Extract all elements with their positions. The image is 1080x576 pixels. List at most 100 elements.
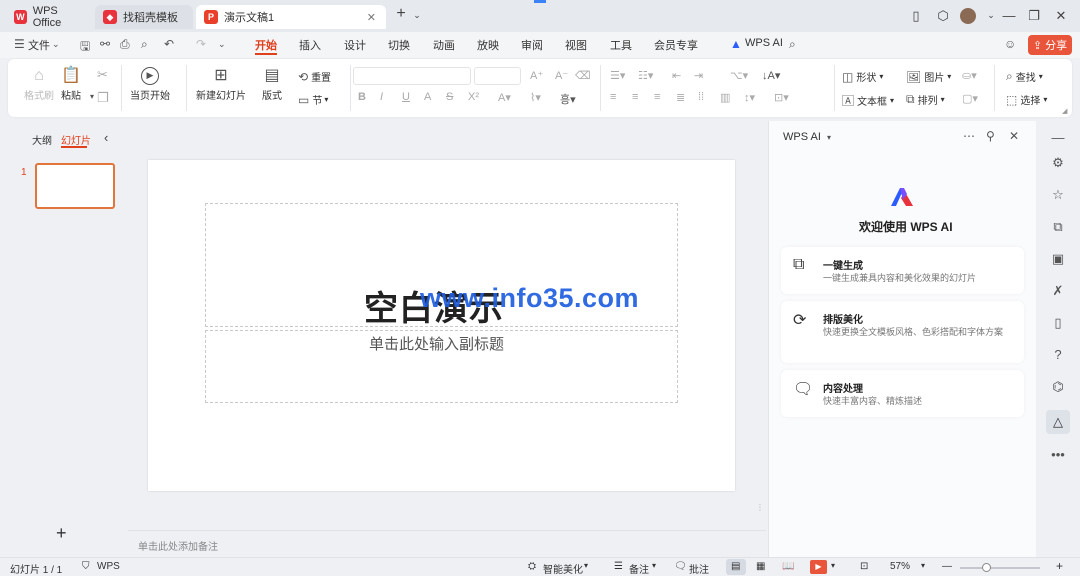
book-icon[interactable]: ▯ — [1050, 315, 1066, 331]
menu-animation[interactable]: 动画 — [433, 37, 455, 53]
underline-icon[interactable]: U — [402, 91, 410, 103]
slide-thumbnail[interactable] — [35, 163, 115, 209]
zoom-out-icon[interactable]: — — [942, 561, 952, 572]
format-painter-button[interactable]: ⌂ 格式刷 — [24, 65, 54, 102]
chevron-down-icon[interactable]: ▾ — [652, 561, 656, 570]
tab-outline[interactable]: 大纲 — [32, 132, 52, 147]
layout-button[interactable]: ▤ 版式 — [262, 65, 282, 102]
reading-view-icon[interactable]: 📖 — [782, 561, 794, 572]
menu-wps-ai[interactable]: WPS AI — [745, 37, 783, 49]
font-color-icon[interactable]: A▾ — [498, 91, 511, 104]
menu-transition[interactable]: 切换 — [388, 37, 410, 53]
ai-card-generate[interactable]: ⧉ 一键生成 一键生成兼具内容和美化效果的幻灯片 — [781, 247, 1024, 294]
slide-sorter-icon[interactable]: ▦ — [756, 561, 765, 572]
superscript-icon[interactable]: X² — [468, 91, 479, 103]
notes-button[interactable]: 备注 — [629, 561, 649, 576]
bold-icon[interactable]: B — [358, 91, 366, 103]
chevron-down-icon[interactable]: ⌄ — [408, 10, 426, 21]
menu-home[interactable]: 开始 — [255, 37, 277, 53]
ai-panel-title[interactable]: WPS AI — [783, 131, 821, 143]
text-spacing-icon[interactable]: ⌥▾ — [730, 69, 748, 82]
pin-icon[interactable]: ⚲ — [986, 129, 995, 143]
image-edit-icon[interactable]: ▣ — [1050, 251, 1066, 267]
shrink-font-icon[interactable]: A⁻ — [555, 69, 568, 82]
paste-button[interactable]: 📋 粘贴 — [61, 65, 81, 102]
star-icon[interactable]: ☆ — [1050, 187, 1066, 203]
redo-icon[interactable]: ↷ — [196, 37, 206, 51]
text-effect-icon[interactable]: 흥▾ — [560, 91, 576, 107]
clear-format-icon[interactable]: ⌫ — [575, 69, 591, 82]
undo-icon[interactable]: ↶ — [164, 37, 174, 51]
tab-wps-office[interactable]: W WPS Office — [6, 5, 92, 29]
shadow-icon[interactable]: A — [424, 91, 431, 103]
share-button[interactable]: ⇪ 分享 — [1028, 35, 1072, 55]
menu-slideshow[interactable]: 放映 — [477, 37, 499, 53]
align-left-icon[interactable]: ≡ — [610, 91, 616, 103]
chevron-down-icon[interactable]: ▾ — [584, 561, 588, 570]
ai-card-beautify[interactable]: ⟳ 排版美化 快速更换全文模板风格、色彩搭配和字体方案 — [781, 301, 1024, 363]
print-preview-icon[interactable]: ⌕ — [141, 37, 148, 52]
fit-window-icon[interactable]: ⊡ — [860, 561, 868, 572]
close-window-icon[interactable]: ✕ — [1052, 8, 1070, 24]
align-right-icon[interactable]: ≡ — [654, 91, 660, 103]
line-spacing-icon[interactable]: ↕▾ — [744, 91, 755, 104]
zoom-level[interactable]: 57% — [890, 561, 910, 572]
chevron-down-icon[interactable]: ▾ — [921, 561, 925, 570]
collapse-icon[interactable]: — — [1050, 130, 1066, 145]
save-icon[interactable]: 🖫 — [80, 37, 90, 58]
comments-button[interactable]: 批注 — [689, 561, 709, 576]
menu-review[interactable]: 审阅 — [521, 37, 543, 53]
more-icon[interactable]: ••• — [1050, 447, 1066, 462]
chevron-down-icon[interactable]: ⌄ — [218, 39, 226, 50]
add-slide-icon[interactable]: + — [56, 523, 67, 544]
box-icon[interactable]: ⬡ — [934, 8, 952, 24]
fill-icon[interactable]: ⛀▾ — [962, 69, 977, 82]
tab-slides[interactable]: 幻灯片 — [61, 132, 91, 147]
minimize-icon[interactable]: — — [1000, 8, 1018, 23]
subtitle-placeholder[interactable]: 单击此处输入副标题 — [205, 330, 678, 403]
font-name-select[interactable] — [353, 67, 471, 85]
close-tab-icon[interactable]: ✕ — [367, 11, 376, 24]
justify-icon[interactable]: ≣ — [676, 91, 685, 104]
comment-icon[interactable]: 🗨 — [674, 561, 687, 572]
copy-icon[interactable]: ⧉ — [1050, 219, 1066, 235]
avatar[interactable] — [960, 8, 976, 24]
font-size-select[interactable] — [474, 67, 521, 85]
ai-card-content[interactable]: 🗨 内容处理 快速丰富内容、精炼描述 — [781, 370, 1024, 417]
link-icon[interactable]: ⚯ — [100, 37, 110, 51]
text-direction-icon[interactable]: ⊡▾ — [774, 91, 789, 104]
slide[interactable]: 空白演示 单击此处输入副标题 — [148, 160, 735, 491]
zoom-in-icon[interactable]: + — [1056, 559, 1063, 573]
numbered-list-icon[interactable]: ☷▾ — [638, 69, 653, 82]
notes-pane[interactable]: 单击此处添加备注 — [128, 530, 766, 557]
reset-button[interactable]: ⟲ 重置 — [298, 69, 331, 85]
image-button[interactable]: 🖼 图片 ▾ — [906, 69, 951, 85]
more-icon[interactable]: ⋯ — [963, 129, 975, 143]
indent-decrease-icon[interactable]: ⇤ — [672, 69, 681, 82]
shirt-icon[interactable]: ⌬ — [1050, 379, 1066, 395]
beautify-icon[interactable]: ⛭ — [528, 561, 536, 572]
distribute-icon[interactable]: ⁞⁞ — [698, 91, 704, 103]
tab-template[interactable]: ◆ 找稻壳模板 — [95, 5, 193, 29]
close-icon[interactable]: ✕ — [1009, 129, 1019, 143]
settings-sliders-icon[interactable]: ⚙ — [1050, 155, 1066, 171]
indent-increase-icon[interactable]: ⇥ — [694, 69, 703, 82]
cut-icon[interactable]: ✂ — [97, 67, 108, 83]
chevron-down-icon[interactable]: ⌄ — [52, 39, 60, 50]
section-button[interactable]: ▭ 节 ▾ — [298, 92, 328, 108]
tools-icon[interactable]: ✗ — [1050, 283, 1066, 299]
resize-handle-icon[interactable]: ⋮ — [756, 503, 764, 512]
hamburger-icon[interactable]: ☰ — [14, 37, 25, 51]
find-button[interactable]: ⌕ 查找 ▾ — [1006, 69, 1043, 84]
grow-font-icon[interactable]: A⁺ — [530, 69, 543, 82]
help-icon[interactable]: ? — [1050, 347, 1066, 362]
columns-icon[interactable]: ▥ — [720, 91, 730, 104]
strikethrough-icon[interactable]: S — [446, 91, 453, 103]
shape-button[interactable]: ◫ 形状 ▾ — [842, 69, 883, 85]
sort-icon[interactable]: ↓A▾ — [762, 69, 780, 82]
arrange-button[interactable]: ⧉ 排列 ▾ — [906, 92, 945, 107]
wps-ai-icon[interactable]: ▲ — [730, 37, 742, 51]
chevron-down-icon[interactable]: ▾ — [827, 133, 831, 142]
wps-ai-icon[interactable]: △ — [1050, 414, 1066, 430]
chevron-down-icon[interactable]: ▾ — [90, 92, 94, 101]
